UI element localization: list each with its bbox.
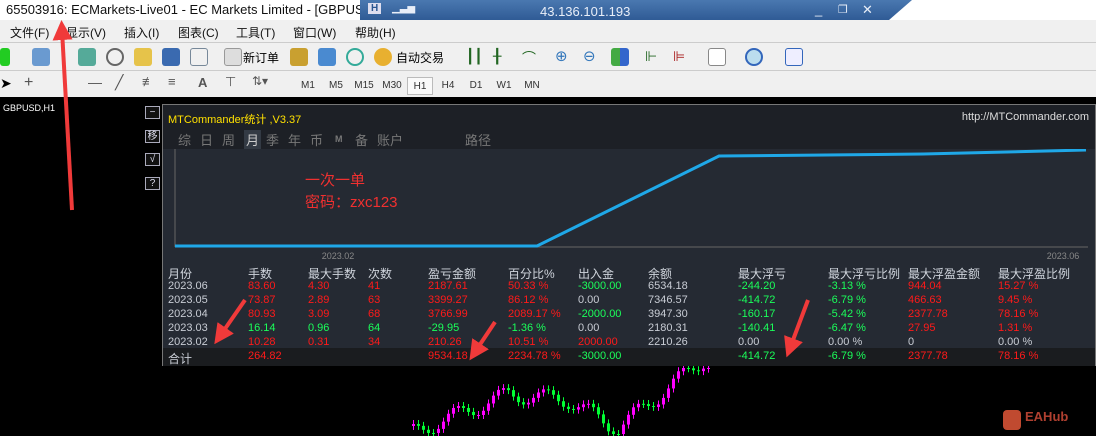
- annotation-arrows: [52, 20, 810, 361]
- arrow-to-first-month: [214, 298, 247, 345]
- arrow-to-title: [52, 20, 74, 211]
- arrow-to-total-profit: [469, 320, 497, 361]
- arrow-to-max-drawdown: [784, 299, 810, 358]
